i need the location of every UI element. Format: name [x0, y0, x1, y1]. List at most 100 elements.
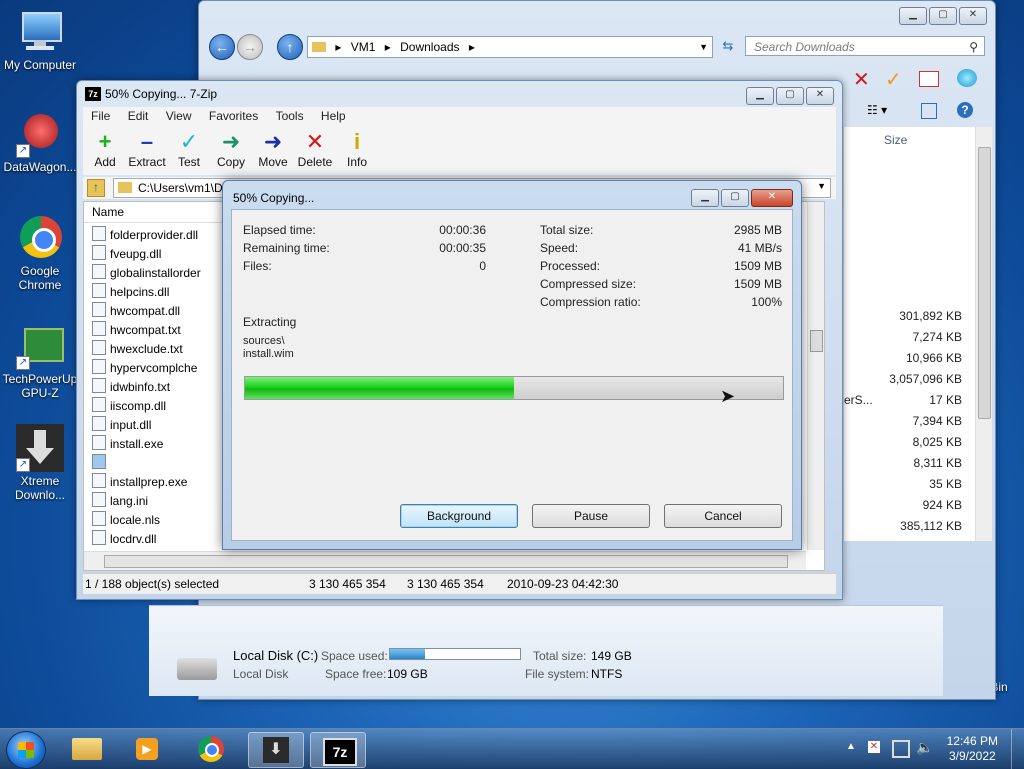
maximize-button[interactable]: ▢	[721, 189, 749, 207]
show-desktop-button[interactable]	[1011, 729, 1024, 769]
up-button[interactable]: ↑	[277, 34, 303, 60]
views-icon[interactable]: ☷ ▾	[867, 103, 887, 117]
list-item[interactable]: hwcompat.dll	[92, 302, 180, 321]
desktop-icon-label: TechPowerUp GPU-Z	[2, 372, 78, 400]
media-player-icon: ▶	[136, 738, 158, 760]
list-item[interactable]: globalinstallorder	[92, 264, 201, 283]
network-icon[interactable]	[892, 740, 910, 758]
mail-icon[interactable]	[919, 71, 939, 87]
column-header-name[interactable]: Name	[84, 202, 223, 223]
desktop-icon-my-computer[interactable]: My Computer	[0, 8, 80, 72]
maximize-button[interactable]: ▢	[776, 87, 804, 105]
info-button[interactable]: i Info	[335, 129, 379, 169]
list-item[interactable]: input.dll	[92, 416, 151, 435]
compressed-size-value: 1509 MB	[733, 277, 782, 291]
scroll-thumb[interactable]	[104, 555, 788, 568]
taskbar-chrome[interactable]	[184, 732, 238, 766]
chrome-icon	[16, 214, 64, 262]
taskbar-7zip[interactable]: 7z	[310, 732, 366, 768]
move-button[interactable]: ➜ Move	[251, 129, 295, 169]
list-item[interactable]: folderprovider.dll	[92, 226, 198, 245]
desktop-icon-google-chrome[interactable]: Google Chrome	[0, 214, 80, 292]
progress-dialog[interactable]: 50% Copying... ▁ ▢ ✕ Elapsed time: 00:00…	[222, 180, 802, 550]
list-item[interactable]: locale.nls	[92, 511, 160, 530]
compressed-size-label: Compressed size:	[540, 277, 637, 291]
up-folder-icon[interactable]: ↑	[87, 179, 105, 197]
volume-icon[interactable]: 🔈	[916, 739, 933, 756]
extract-button[interactable]: – Extract	[125, 129, 169, 169]
forward-button[interactable]: →	[237, 34, 263, 60]
list-item[interactable]: helpcins.dll	[92, 283, 169, 302]
breadcrumb-item[interactable]: VM1	[351, 40, 376, 54]
list-item[interactable]	[92, 454, 110, 473]
total-size-label: Total size:	[540, 223, 594, 237]
start-button[interactable]	[6, 731, 46, 769]
taskbar-media-player[interactable]: ▶	[120, 732, 174, 766]
list-item[interactable]: locdrv.dll	[92, 530, 156, 549]
vertical-scrollbar[interactable]	[975, 127, 992, 541]
delete-button[interactable]: ✕ Delete	[293, 129, 337, 169]
address-bar[interactable]: ▸ VM1 ▸ Downloads ▸ ▼	[307, 36, 713, 58]
help-icon[interactable]: ?	[957, 102, 973, 118]
maximize-button[interactable]: ▢	[929, 7, 957, 25]
explorer-file-list[interactable]: Size 301,892 KB 7,274 KB 10,966 KB 3,057…	[843, 127, 992, 541]
progress-bar	[244, 376, 784, 400]
breadcrumb-separator: ▸	[468, 40, 475, 54]
list-item[interactable]: hypervcomplche	[92, 359, 197, 378]
delete-icon[interactable]: ✕	[853, 67, 870, 92]
minimize-button[interactable]: ▁	[746, 87, 774, 105]
shell-icon[interactable]	[957, 69, 977, 87]
search-input[interactable]: Search Downloads ⚲	[745, 36, 985, 56]
size-cell: 385,112 KB	[900, 519, 962, 533]
list-item[interactable]: installprep.exe	[92, 473, 187, 492]
background-button[interactable]: Background	[400, 504, 518, 528]
download-icon: ⬇	[263, 737, 289, 763]
list-item[interactable]: install.exe	[92, 435, 163, 454]
list-item[interactable]: iiscomp.dll	[92, 397, 166, 416]
taskbar-explorer[interactable]	[60, 732, 114, 766]
menu-edit[interactable]: Edit	[128, 109, 149, 123]
menu-favorites[interactable]: Favorites	[209, 109, 258, 123]
copy-button[interactable]: ➜ Copy	[209, 129, 253, 169]
chevron-down-icon[interactable]: ▼	[817, 181, 826, 191]
refresh-button[interactable]: ⇆	[717, 36, 739, 56]
chevron-down-icon[interactable]: ▼	[699, 37, 708, 57]
back-button[interactable]: ←	[209, 34, 235, 60]
scroll-thumb[interactable]	[810, 330, 823, 352]
breadcrumb-item[interactable]: Downloads	[400, 40, 459, 54]
desktop-icon-datawagon[interactable]: ↗ DataWagon...	[0, 110, 80, 174]
list-item[interactable]: hwcompat.txt	[92, 321, 181, 340]
desktop-icon-gpu-z[interactable]: ↗ TechPowerUp GPU-Z	[0, 322, 80, 400]
system-clock[interactable]: 12:46 PM 3/9/2022	[947, 734, 998, 764]
elapsed-time-value: 00:00:36	[439, 223, 486, 237]
list-item[interactable]: idwbinfo.txt	[92, 378, 170, 397]
list-item[interactable]: lang.ini	[92, 492, 148, 511]
clock-time: 12:46 PM	[946, 734, 998, 748]
action-center-icon[interactable]: ✕	[868, 741, 880, 753]
add-button[interactable]: + Add	[83, 129, 127, 169]
menu-tools[interactable]: Tools	[276, 109, 304, 123]
horizontal-scrollbar[interactable]	[84, 551, 806, 570]
menu-file[interactable]: File	[91, 109, 110, 123]
preview-pane-icon[interactable]	[921, 103, 937, 119]
vertical-scrollbar[interactable]	[807, 202, 824, 550]
taskbar-xtreme-download[interactable]: ⬇	[248, 732, 304, 768]
test-button[interactable]: ✓ Test	[167, 129, 211, 169]
close-button[interactable]: ✕	[806, 87, 834, 105]
close-button[interactable]: ✕	[959, 7, 987, 25]
cancel-button[interactable]: Cancel	[664, 504, 782, 528]
scroll-thumb[interactable]	[978, 147, 991, 419]
pause-button[interactable]: Pause	[532, 504, 650, 528]
show-hidden-icons-icon[interactable]: ▲	[846, 741, 856, 752]
minimize-button[interactable]: ▁	[691, 189, 719, 207]
column-header-size[interactable]: Size	[884, 133, 907, 147]
minimize-button[interactable]: ▁	[899, 7, 927, 25]
close-button[interactable]: ✕	[751, 189, 793, 207]
list-item[interactable]: fveupg.dll	[92, 245, 161, 264]
check-icon[interactable]: ✓	[885, 67, 902, 92]
desktop-icon-xtreme-download[interactable]: ↗ Xtreme Downlo...	[0, 424, 80, 502]
menu-view[interactable]: View	[166, 109, 192, 123]
menu-help[interactable]: Help	[321, 109, 346, 123]
list-item[interactable]: hwexclude.txt	[92, 340, 183, 359]
dialog-title: 50% Copying...	[233, 191, 315, 205]
